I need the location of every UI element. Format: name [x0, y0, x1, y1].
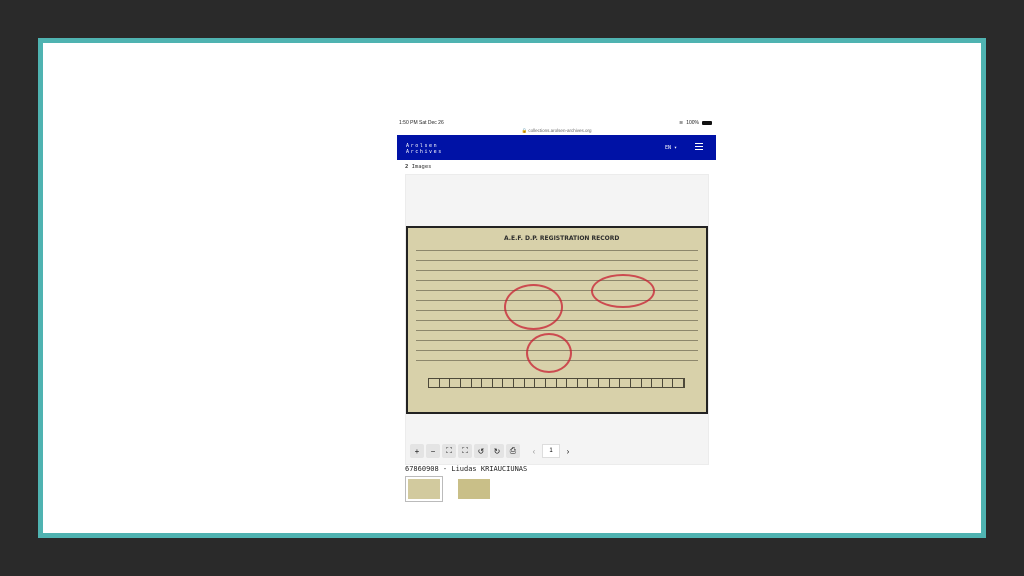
document-grid [428, 378, 685, 388]
battery-percent: 100% [686, 120, 699, 126]
presentation-frame: 1:50 PM Sat Dec 26 ≋ 100% 🔒 collections.… [38, 38, 986, 538]
thumbnail-2[interactable] [455, 476, 493, 502]
red-ink-mark [526, 333, 572, 373]
thumbnail-strip [405, 476, 493, 502]
page-navigation: ‹ 1 › [528, 444, 574, 458]
document-title: A.E.F. D.P. REGISTRATION RECORD [504, 235, 620, 242]
rotate-right-icon[interactable]: ↻ [490, 444, 504, 458]
document-caption: 67860908 - Liudas KRIAUCIUNAS [405, 465, 528, 473]
rotate-left-icon[interactable]: ↺ [474, 444, 488, 458]
actual-size-icon[interactable]: ⛶ [458, 444, 472, 458]
logo-line-2: Archives [406, 149, 443, 155]
zoom-out-button[interactable]: − [426, 444, 440, 458]
tablet-screen: 1:50 PM Sat Dec 26 ≋ 100% 🔒 collections.… [397, 117, 716, 517]
image-count-label: Images [411, 164, 432, 170]
image-count: 2 Images [405, 164, 432, 170]
url-text: collections.arolsen-archives.org [528, 128, 592, 133]
viewer-toolbar: + − ⛶ ⛶ ↺ ↻ ⎙ ‹ 1 › [410, 444, 574, 458]
page-number-input[interactable]: 1 [542, 444, 560, 458]
lock-icon: 🔒 [521, 128, 528, 133]
document-viewer[interactable]: A.E.F. D.P. REGISTRATION RECORD + − ⛶ ⛶ … [405, 174, 709, 465]
site-header: Arolsen Archives EN ▾ [397, 135, 716, 160]
hamburger-menu-icon[interactable] [695, 143, 703, 151]
next-page-button[interactable]: › [562, 444, 574, 458]
previous-page-button[interactable]: ‹ [528, 444, 540, 458]
image-count-number: 2 [405, 164, 409, 170]
zoom-in-button[interactable]: + [410, 444, 424, 458]
print-icon[interactable]: ⎙ [506, 444, 520, 458]
red-ink-mark [504, 284, 563, 330]
fit-to-screen-icon[interactable]: ⛶ [442, 444, 456, 458]
document-image[interactable]: A.E.F. D.P. REGISTRATION RECORD [406, 226, 708, 414]
url-bar[interactable]: 🔒 collections.arolsen-archives.org [397, 128, 716, 135]
status-time: 1:50 PM Sat Dec 26 [399, 120, 444, 126]
red-ink-mark [591, 274, 655, 308]
site-logo[interactable]: Arolsen Archives [406, 143, 443, 155]
wifi-icon: ≋ [679, 120, 684, 126]
status-bar: 1:50 PM Sat Dec 26 ≋ 100% [397, 117, 716, 128]
language-selector[interactable]: EN ▾ [665, 145, 677, 151]
thumbnail-1[interactable] [405, 476, 443, 502]
battery-icon [702, 121, 712, 125]
status-right: ≋ 100% [679, 120, 712, 126]
